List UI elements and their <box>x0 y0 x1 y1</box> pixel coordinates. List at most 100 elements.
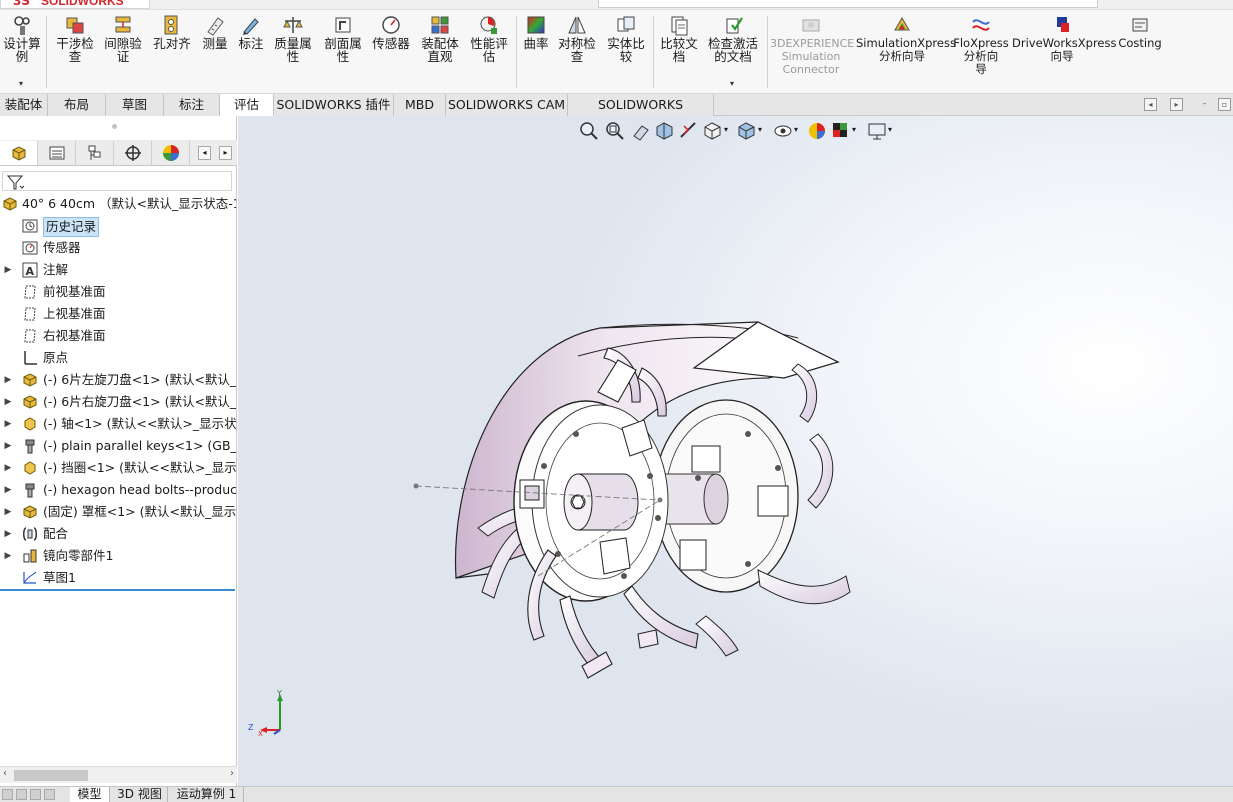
tab-solidworks-cam[interactable]: SOLIDWORKS CAM <box>446 94 568 116</box>
scroll-right-icon[interactable]: › <box>230 768 234 779</box>
rollback-bar[interactable] <box>0 589 235 591</box>
first-tab-nav-icon[interactable] <box>2 789 13 800</box>
tree-item[interactable]: 历史记录 <box>0 215 236 237</box>
tab-model[interactable]: 模型 <box>70 787 110 802</box>
chevron-down-icon[interactable]: ▾ <box>730 77 734 90</box>
hole-alignment-button[interactable]: 孔对齐 <box>150 12 194 92</box>
tab-solidworks-addins[interactable]: SOLIDWORKS 插件 <box>274 94 394 116</box>
floxpress-button[interactable]: FloXpress 分析向 导 <box>952 12 1010 92</box>
tree-item[interactable]: 前视基准面 <box>0 281 236 303</box>
last-tab-nav-icon[interactable] <box>44 789 55 800</box>
displaymanager-tab[interactable] <box>152 141 190 165</box>
tree-item[interactable]: ▶ A 注解 <box>0 259 236 281</box>
tree-item[interactable]: ▶ 配合 <box>0 523 236 545</box>
markup-button[interactable]: 标注 <box>234 12 268 92</box>
simulationxpress-label: SimulationXpress 分析向导 <box>856 36 956 63</box>
expand-arrow-icon[interactable]: ▶ <box>2 523 14 545</box>
tree-item[interactable]: ▶ (-) 挡圈<1> (默认<<默认>_显示状 <box>0 457 236 479</box>
simulationxpress-button[interactable]: SimulationXpress 分析向导 <box>856 12 956 92</box>
tree-root-assembly[interactable]: 40° 6 40cm （默认<默认_显示状态-1>） <box>0 193 236 215</box>
clearance-label: 间隙验 证 <box>104 36 142 64</box>
tab-mbd[interactable]: MBD <box>394 94 446 116</box>
panel-left-icon[interactable]: ◂ <box>1144 98 1157 111</box>
restore-window-icon[interactable]: ▫ <box>1218 98 1231 111</box>
expand-arrow-icon[interactable]: ▶ <box>2 545 14 567</box>
tree-item[interactable]: ▶ (固定) 罩框<1> (默认<默认_显示状 <box>0 501 236 523</box>
check-active-document-button[interactable]: 检查激活 的文档 ▾ <box>704 12 762 92</box>
dimxpertmanager-tab[interactable] <box>114 141 152 165</box>
measure-button[interactable]: 测量 <box>198 12 232 92</box>
tab-layout[interactable]: 布局 <box>48 94 106 116</box>
tree-item[interactable]: ▶ 镜向零部件1 <box>0 545 236 567</box>
compare-documents-button[interactable]: 比较文 档 <box>656 12 702 92</box>
propertymanager-tab[interactable] <box>38 141 76 165</box>
tab-3d-view[interactable]: 3D 视图 <box>112 787 168 802</box>
tab-sketch[interactable]: 草图 <box>106 94 164 116</box>
tree-filter-field[interactable] <box>2 171 232 191</box>
section-properties-label: 剖面属 性 <box>324 36 362 64</box>
chevron-down-icon[interactable]: ▾ <box>19 77 23 90</box>
tree-item[interactable]: 传感器 <box>0 237 236 259</box>
design-study-label: 设计算 例 <box>3 36 41 64</box>
expand-arrow-icon[interactable]: ▶ <box>2 259 14 281</box>
sensor-button[interactable]: 传感器 <box>368 12 414 92</box>
panel-right-icon[interactable]: ▸ <box>1170 98 1183 111</box>
mass-properties-button[interactable]: 质量属 性 <box>270 12 316 92</box>
tree-item-label: (固定) 罩框<1> (默认<默认_显示状 <box>43 504 236 519</box>
tree-item[interactable]: 草图1 <box>0 567 236 589</box>
expand-arrow-icon[interactable]: ▶ <box>2 413 14 435</box>
tab-scroll-right-icon[interactable]: ▸ <box>219 146 232 160</box>
tab-motion-study-1[interactable]: 运动算例 1 <box>170 787 244 802</box>
costing-icon <box>1129 14 1151 36</box>
tree-item[interactable]: 上视基准面 <box>0 303 236 325</box>
tab-markup[interactable]: 标注 <box>164 94 220 116</box>
clearance-verification-button[interactable]: 间隙验 证 <box>100 12 146 92</box>
tree-horizontal-scrollbar[interactable]: ‹ › <box>0 766 237 783</box>
expand-arrow-icon[interactable]: ▶ <box>2 391 14 413</box>
tree-item-label: 上视基准面 <box>43 306 106 321</box>
triad-z-label: Z <box>248 723 254 732</box>
search-box[interactable] <box>598 0 1098 8</box>
expand-arrow-icon[interactable]: ▶ <box>2 479 14 501</box>
performance-evaluation-button[interactable]: 性能评 估 <box>466 12 512 92</box>
scroll-thumb[interactable] <box>14 770 88 781</box>
rotary-tiller-model[interactable] <box>238 116 1233 786</box>
solidworks-logo[interactable]: 3S SOLIDWORKS <box>0 0 150 9</box>
tab-assembly[interactable]: 装配体 <box>0 94 48 116</box>
assembly-visualization-icon <box>429 14 451 36</box>
tree-item[interactable]: ▶ (-) hexagon head bolts--product <box>0 479 236 501</box>
next-tab-nav-icon[interactable] <box>30 789 41 800</box>
interference-detection-button[interactable]: 干涉检 查 <box>52 12 98 92</box>
expand-arrow-icon[interactable]: ▶ <box>2 435 14 457</box>
tab-evaluate[interactable]: 评估 <box>220 94 274 116</box>
compare-bodies-button[interactable]: 实体比 较 <box>602 12 650 92</box>
tree-item[interactable]: ▶ (-) 轴<1> (默认<<默认>_显示状态 <box>0 413 236 435</box>
tab-solidworks-inspection[interactable]: SOLIDWORKS Inspection <box>568 94 714 133</box>
tree-item[interactable]: 右视基准面 <box>0 325 236 347</box>
assembly-visualization-button[interactable]: 装配体 直观 <box>416 12 464 92</box>
design-study-button[interactable]: 设计算 例 ▾ <box>0 12 44 92</box>
tree-item[interactable]: 原点 <box>0 347 236 369</box>
panel-splitter-grip[interactable] <box>112 124 117 129</box>
symmetry-check-button[interactable]: 对称检 查 <box>554 12 600 92</box>
configurationmanager-tab[interactable] <box>76 141 114 165</box>
curvature-button[interactable]: 曲率 <box>520 12 552 92</box>
costing-button[interactable]: Costing <box>1116 12 1164 92</box>
scroll-left-icon[interactable]: ‹ <box>3 768 7 779</box>
3dexperience-simulation-connector-button[interactable]: 3DEXPERIENCE Simulation Connector <box>770 12 854 92</box>
minimize-icon[interactable]: – <box>1198 98 1211 111</box>
graphics-area[interactable]: ▾ ▾ ▾ ▾ ▾ Y Z X <box>238 116 1233 786</box>
design-study-icon <box>11 14 33 36</box>
section-properties-button[interactable]: 剖面属 性 <box>320 12 366 92</box>
tree-item[interactable]: ▶ (-) 6片右旋刀盘<1> (默认<默认_显 <box>0 391 236 413</box>
driveworksxpress-button[interactable]: DriveWorksXpress 向导 <box>1012 12 1116 92</box>
tree-item[interactable]: ▶ (-) plain parallel keys<1> (GB_CO <box>0 435 236 457</box>
expand-arrow-icon[interactable]: ▶ <box>2 369 14 391</box>
prev-tab-nav-icon[interactable] <box>16 789 27 800</box>
tree-item[interactable]: ▶ (-) 6片左旋刀盘<1> (默认<默认_显 <box>0 369 236 391</box>
expand-arrow-icon[interactable]: ▶ <box>2 457 14 479</box>
featuremanager-tab[interactable] <box>0 141 38 165</box>
tab-scroll-left-icon[interactable]: ◂ <box>198 146 211 160</box>
expand-arrow-icon[interactable]: ▶ <box>2 501 14 523</box>
mass-properties-label: 质量属 性 <box>274 36 312 64</box>
